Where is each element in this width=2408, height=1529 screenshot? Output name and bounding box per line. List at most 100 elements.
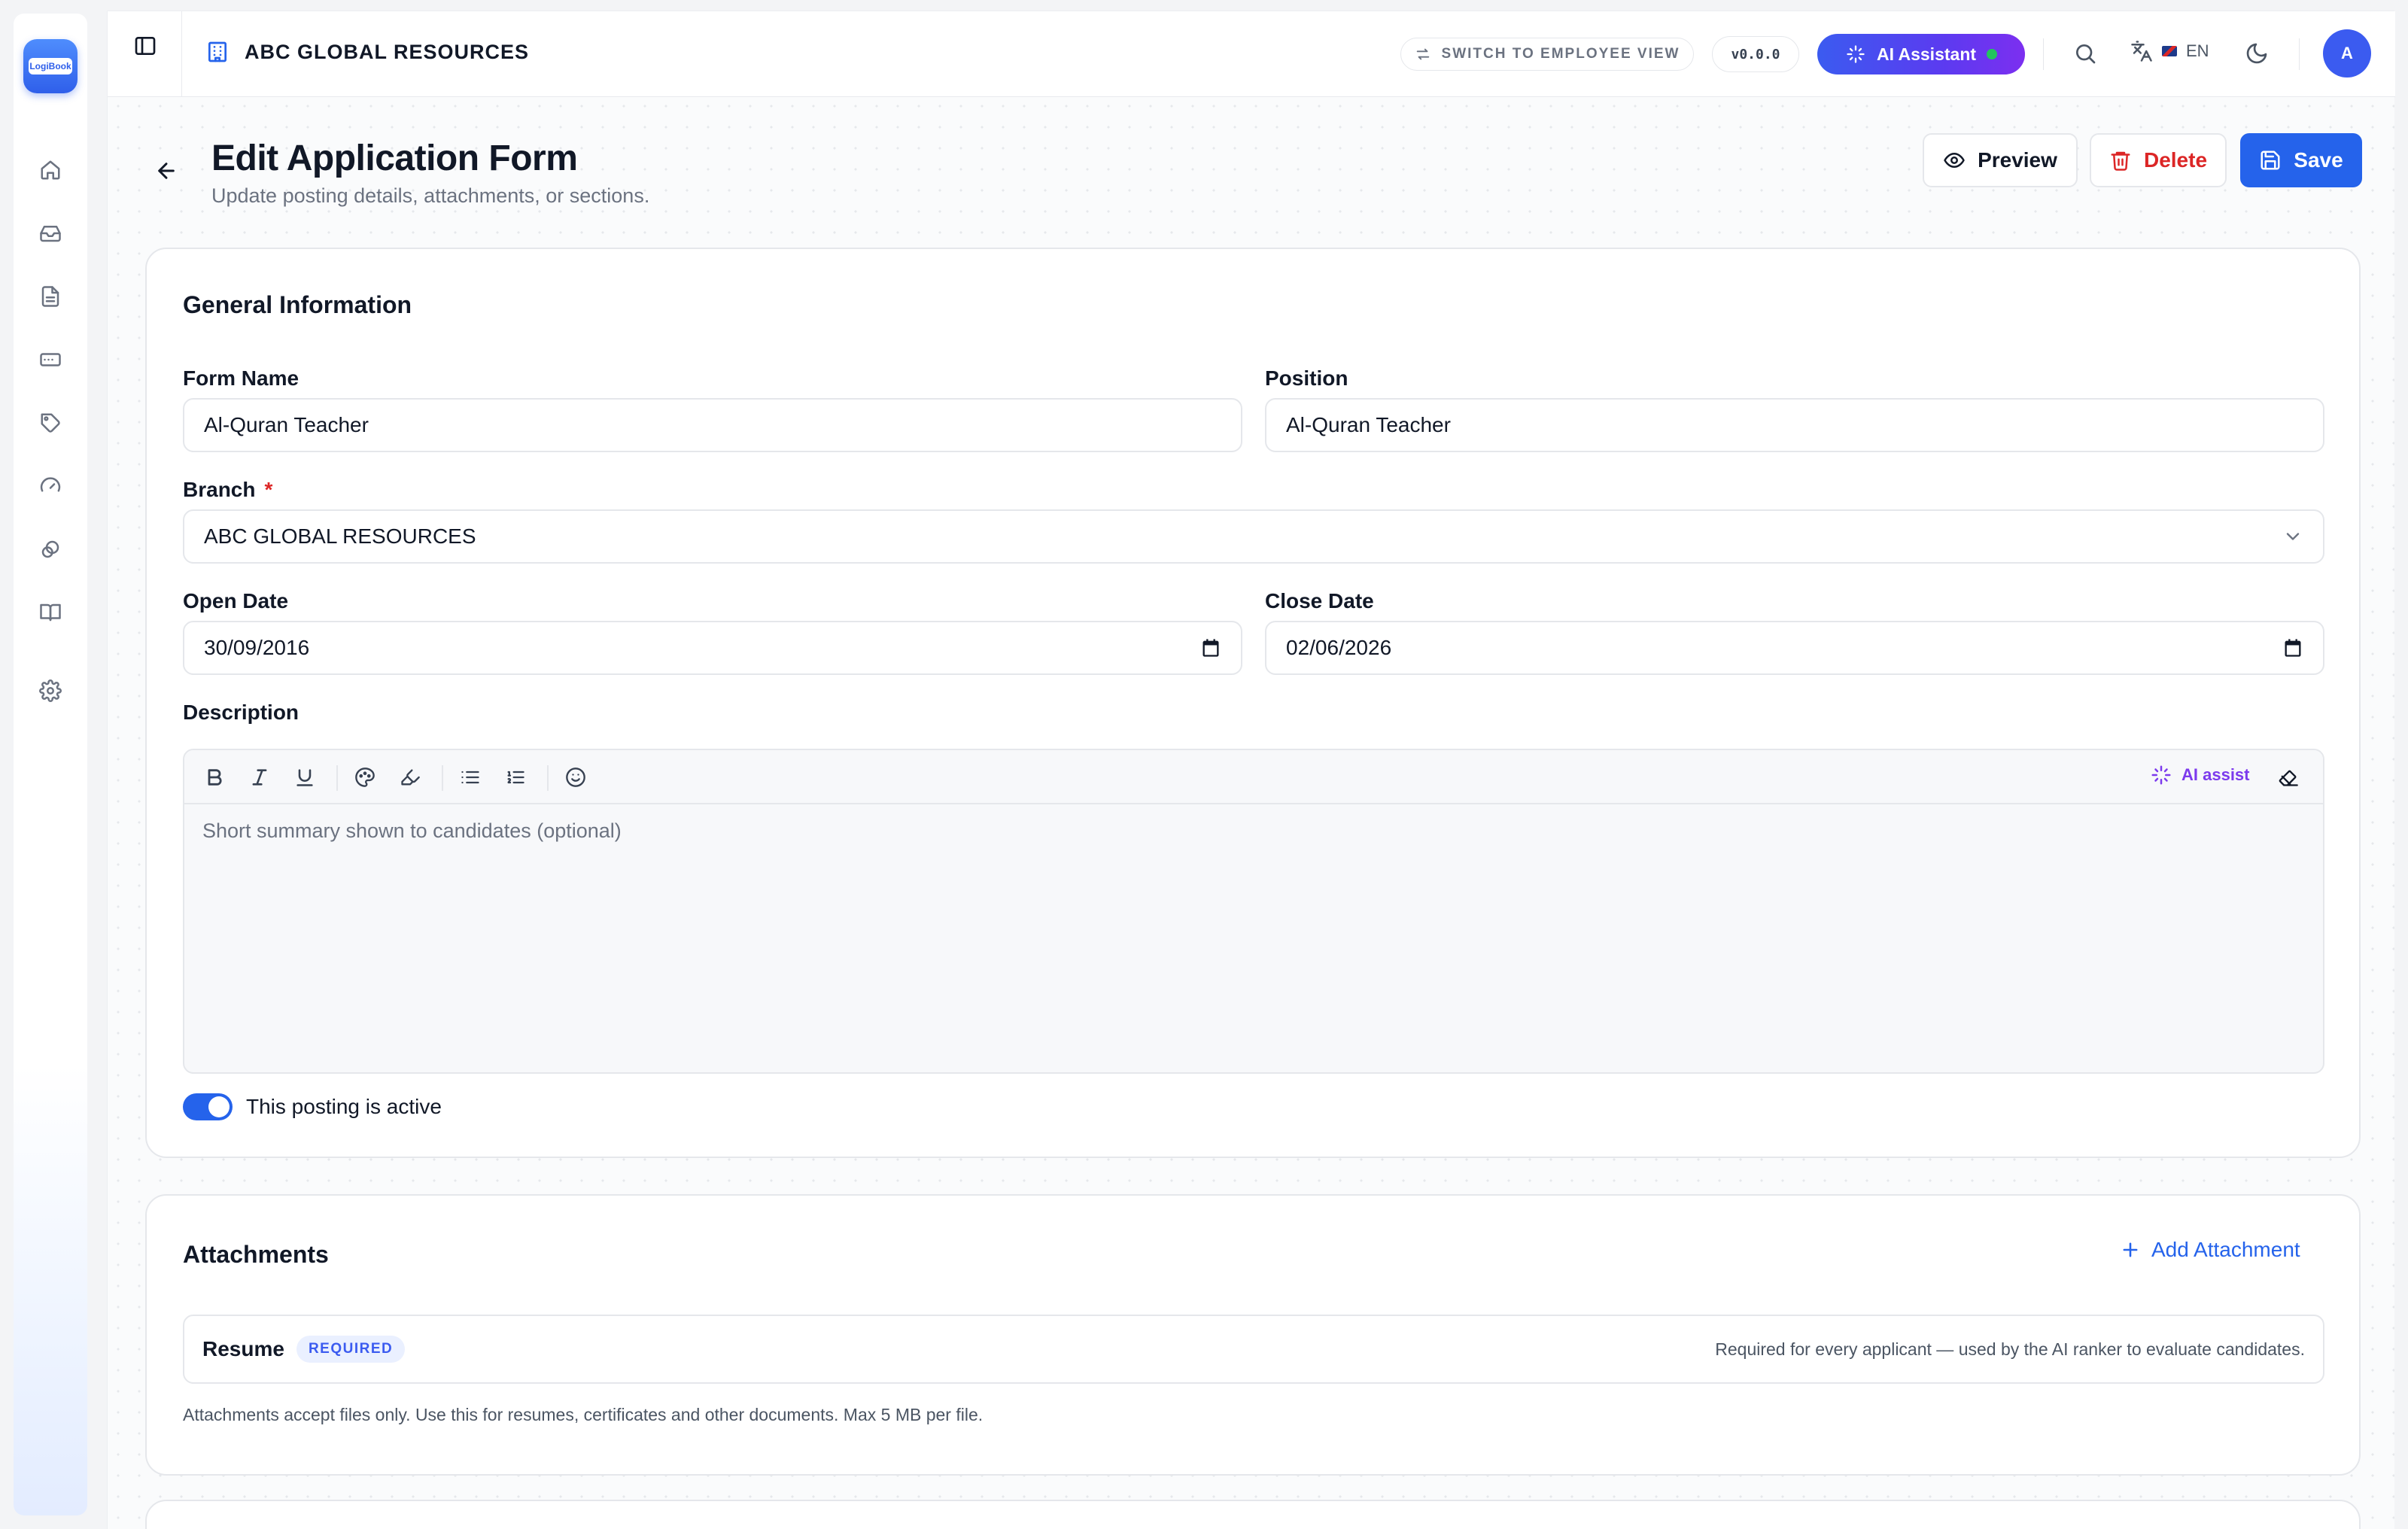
- branch-value: ABC GLOBAL RESOURCES: [204, 524, 476, 548]
- open-date-input[interactable]: 30/09/2016: [183, 621, 1242, 675]
- emoji-icon[interactable]: [565, 767, 586, 788]
- italic-icon[interactable]: [249, 767, 270, 788]
- ai-assist-button[interactable]: AI assist: [2150, 764, 2250, 786]
- book-icon[interactable]: [29, 591, 71, 634]
- arrow-left-icon: [154, 159, 178, 183]
- save-button[interactable]: Save: [2240, 133, 2362, 187]
- plus-icon: [2120, 1239, 2141, 1260]
- position-input[interactable]: Al-Quran Teacher: [1265, 398, 2324, 452]
- section-title: Attachments: [183, 1241, 329, 1268]
- section-title: General Information: [183, 291, 412, 318]
- version-badge: v0.0.0: [1712, 36, 1799, 72]
- logo-text: LogiBook: [29, 58, 72, 74]
- building-icon: [205, 40, 230, 64]
- description-label: Description: [183, 701, 299, 724]
- divider: [2043, 38, 2044, 70]
- preview-label: Preview: [1978, 148, 2057, 172]
- sparkles-icon: [1845, 44, 1866, 65]
- save-label: Save: [2294, 148, 2343, 172]
- org-name: ABC GLOBAL RESOURCES: [245, 40, 530, 63]
- language-code: EN: [2186, 41, 2209, 60]
- divider: [181, 11, 182, 97]
- user-avatar[interactable]: A: [2323, 29, 2371, 78]
- switch-view-label: SWITCH TO EMPLOYEE VIEW: [1441, 46, 1680, 62]
- form-name-input[interactable]: Al-Quran Teacher: [183, 398, 1242, 452]
- position-value: Al-Quran Teacher: [1286, 413, 1451, 436]
- chevron-down-icon: [2282, 526, 2303, 547]
- position-label: Position: [1265, 366, 1348, 390]
- home-icon[interactable]: [29, 149, 71, 191]
- inbox-icon[interactable]: [29, 212, 71, 254]
- active-toggle-label: This posting is active: [246, 1095, 442, 1118]
- uk-flag-icon: [2162, 46, 2177, 56]
- document-icon[interactable]: [29, 275, 71, 318]
- form-name-value: Al-Quran Teacher: [204, 413, 369, 436]
- attachments-card: Attachments Add Attachment Resume REQUIR…: [145, 1194, 2361, 1476]
- branch-select[interactable]: ABC GLOBAL RESOURCES: [183, 509, 2324, 564]
- page-title: Edit Application Form: [211, 138, 578, 178]
- bold-icon[interactable]: [204, 767, 225, 788]
- toolbar-divider: [336, 765, 338, 791]
- org-title: ABC GLOBAL RESOURCES: [205, 40, 529, 64]
- calendar-icon[interactable]: [1200, 637, 1221, 658]
- close-date-label: Close Date: [1265, 589, 1374, 613]
- bullet-list-icon[interactable]: [460, 767, 481, 788]
- link-icon[interactable]: [29, 528, 71, 570]
- search-button[interactable]: [2073, 41, 2097, 65]
- language-switcher[interactable]: EN: [2130, 40, 2209, 62]
- app-logo[interactable]: LogiBook: [23, 39, 78, 93]
- swap-icon: [1415, 46, 1431, 62]
- highlighter-icon[interactable]: [400, 767, 421, 788]
- close-date-input[interactable]: 02/06/2026: [1265, 621, 2324, 675]
- description-editor[interactable]: AI assist Short summary shown to candida…: [183, 749, 2324, 1074]
- trash-icon: [2109, 149, 2132, 172]
- sidebar-toggle-button[interactable]: [133, 34, 157, 58]
- moon-icon: [2245, 41, 2269, 65]
- tag-icon[interactable]: [29, 402, 71, 444]
- required-asterisk: *: [264, 478, 273, 501]
- add-attachment-button[interactable]: Add Attachment: [2120, 1238, 2300, 1262]
- eye-icon: [1943, 149, 1966, 172]
- ai-assist-label: AI assist: [2181, 765, 2250, 784]
- theme-toggle-button[interactable]: [2245, 41, 2269, 65]
- close-date-value: 02/06/2026: [1286, 636, 1392, 659]
- active-toggle-row: This posting is active: [183, 1093, 442, 1120]
- palette-icon[interactable]: [354, 767, 375, 788]
- attachment-row[interactable]: Resume REQUIRED Required for every appli…: [183, 1315, 2324, 1384]
- main-area: ABC GLOBAL RESOURCES SWITCH TO EMPLOYEE …: [107, 11, 2395, 1529]
- sparkles-icon: [2150, 764, 2172, 786]
- next-section-card: [145, 1500, 2361, 1529]
- attachments-help-text: Attachments accept files only. Use this …: [183, 1405, 984, 1424]
- required-badge: REQUIRED: [296, 1336, 406, 1363]
- panel-left-icon: [133, 34, 157, 58]
- ai-assistant-label: AI Assistant: [1876, 44, 1977, 64]
- search-icon: [2073, 41, 2097, 65]
- add-attachment-label: Add Attachment: [2151, 1238, 2300, 1261]
- divider: [2299, 38, 2300, 70]
- description-placeholder[interactable]: Short summary shown to candidates (optio…: [184, 804, 2323, 858]
- delete-button[interactable]: Delete: [2090, 133, 2227, 187]
- delete-label: Delete: [2143, 148, 2208, 172]
- ai-assistant-button[interactable]: AI Assistant: [1817, 34, 2025, 74]
- back-button[interactable]: [154, 159, 178, 183]
- top-bar: ABC GLOBAL RESOURCES SWITCH TO EMPLOYEE …: [108, 11, 2395, 97]
- settings-icon[interactable]: [29, 670, 71, 712]
- editor-toolbar: AI assist: [184, 750, 2323, 804]
- toolbar-divider: [547, 765, 549, 791]
- page-subtitle: Update posting details, attachments, or …: [211, 184, 650, 207]
- branch-label-text: Branch: [183, 478, 256, 501]
- translate-icon: [2130, 40, 2153, 62]
- gauge-icon[interactable]: [29, 465, 71, 507]
- calendar-icon[interactable]: [2282, 637, 2303, 658]
- underline-icon[interactable]: [294, 767, 315, 788]
- active-toggle[interactable]: [183, 1093, 233, 1120]
- form-name-label: Form Name: [183, 366, 299, 390]
- attachment-name: Resume: [202, 1337, 284, 1360]
- card-icon[interactable]: [29, 339, 71, 381]
- numbered-list-icon[interactable]: [505, 767, 526, 788]
- switch-view-button[interactable]: SWITCH TO EMPLOYEE VIEW: [1400, 38, 1694, 71]
- open-date-label: Open Date: [183, 589, 289, 613]
- preview-button[interactable]: Preview: [1923, 133, 2078, 187]
- eraser-icon[interactable]: [2278, 767, 2299, 788]
- toolbar-divider: [442, 765, 443, 791]
